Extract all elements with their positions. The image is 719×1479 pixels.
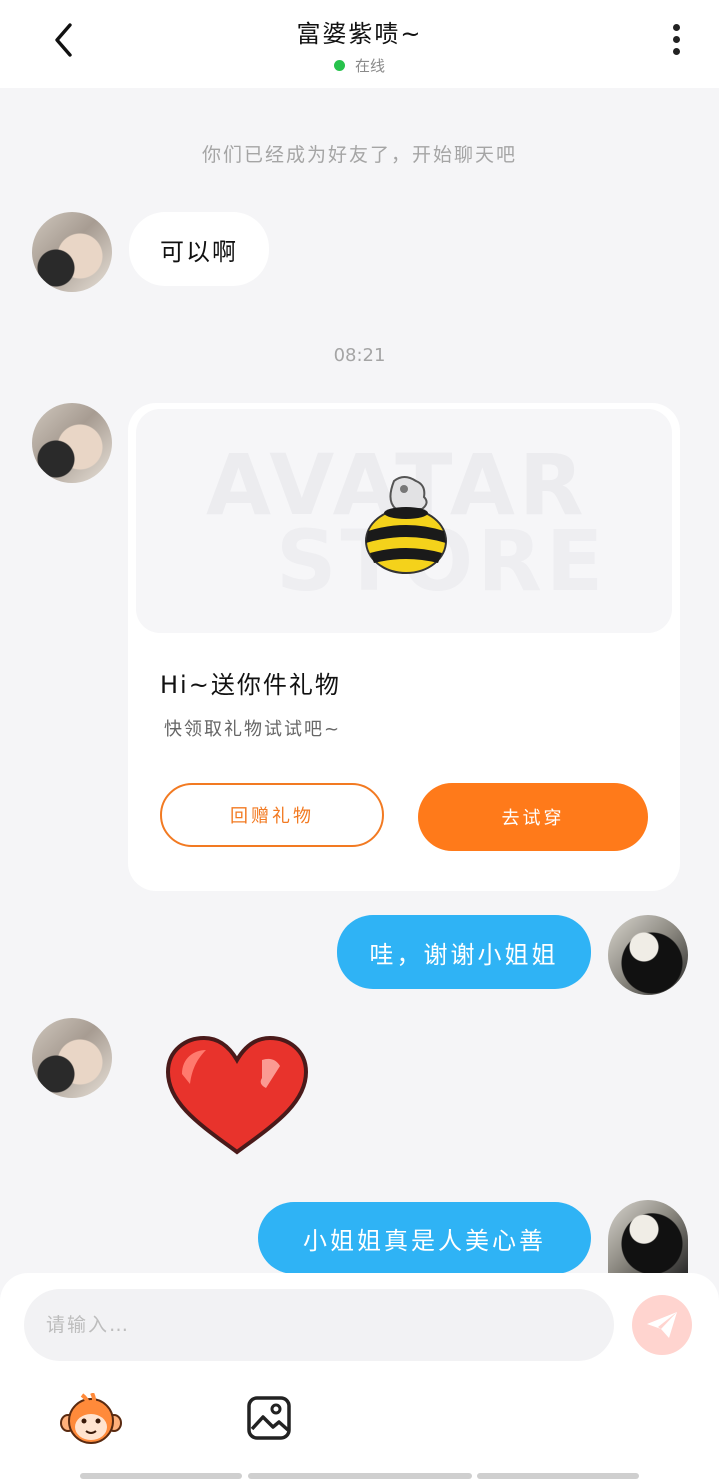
system-notice: 你们已经成为好友了，开始聊天吧 xyxy=(201,144,517,166)
emoji-monkey-icon xyxy=(60,1392,122,1444)
gift-subtitle: 快领取礼物试试吧~ xyxy=(164,719,342,740)
contact-name: 富婆紫啧~ xyxy=(296,20,423,48)
more-dot-3 xyxy=(672,48,680,55)
more-dots-icon xyxy=(672,24,680,31)
contact-avatar[interactable] xyxy=(32,403,112,483)
bottom-divider xyxy=(477,1473,639,1479)
more-options-button[interactable] xyxy=(665,20,687,60)
more-dot-2 xyxy=(672,36,680,43)
heart-icon xyxy=(165,1035,309,1155)
bottom-divider xyxy=(80,1473,242,1479)
message-bubble-incoming: 可以啊 xyxy=(129,212,269,286)
gift-card: AVATAR STORE Hi~送你件礼物 快领取礼物试试吧~ 回赠礼物 去试穿 xyxy=(128,403,680,891)
send-icon xyxy=(647,1312,677,1338)
contact-avatar[interactable] xyxy=(32,212,112,292)
message-input[interactable] xyxy=(24,1289,614,1361)
status-text: 在线 xyxy=(354,57,385,75)
emoji-button[interactable] xyxy=(60,1392,122,1445)
chat-header: 富婆紫啧~ 在线 xyxy=(0,0,719,88)
timestamp: 08:21 xyxy=(333,345,386,366)
my-avatar[interactable] xyxy=(608,915,688,995)
title-block: 富婆紫啧~ 在线 xyxy=(0,14,719,76)
contact-avatar[interactable] xyxy=(32,1018,112,1098)
bee-costume-icon xyxy=(365,476,447,574)
gift-title: Hi~送你件礼物 xyxy=(160,671,341,699)
send-button[interactable] xyxy=(632,1295,692,1355)
bottom-divider xyxy=(248,1473,472,1479)
online-dot xyxy=(333,60,345,71)
try-on-button[interactable]: 去试穿 xyxy=(418,783,648,851)
my-avatar[interactable] xyxy=(608,1200,688,1273)
message-bubble-outgoing: 小姐姐真是人美心善 xyxy=(258,1202,591,1274)
online-status: 在线 xyxy=(0,55,719,76)
return-gift-button[interactable]: 回赠礼物 xyxy=(160,783,384,847)
gift-image: AVATAR STORE xyxy=(136,409,672,633)
message-bubble-outgoing: 哇，谢谢小姐姐 xyxy=(337,915,591,989)
image-button[interactable] xyxy=(246,1395,294,1441)
image-icon xyxy=(247,1396,291,1440)
composer-bar xyxy=(0,1273,719,1479)
